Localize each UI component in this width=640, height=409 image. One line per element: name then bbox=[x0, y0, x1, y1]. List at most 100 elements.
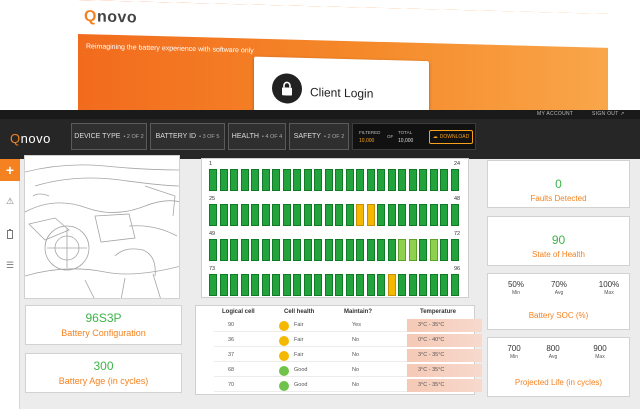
table-row[interactable]: 70 Good No 3°C - 35°C bbox=[214, 379, 482, 392]
battery-cell[interactable] bbox=[324, 239, 333, 261]
battery-cell[interactable] bbox=[356, 204, 364, 226]
battery-cell[interactable] bbox=[251, 204, 259, 226]
table-row[interactable]: 36 Fair No 0°C - 40°C bbox=[214, 334, 482, 347]
battery-cell[interactable] bbox=[419, 204, 427, 226]
battery-cell[interactable] bbox=[209, 239, 217, 261]
battery-cell[interactable] bbox=[356, 169, 364, 191]
battery-cell[interactable] bbox=[408, 169, 417, 191]
battery-icon[interactable] bbox=[4, 228, 16, 240]
battery-cell[interactable] bbox=[450, 274, 459, 296]
battery-cell[interactable] bbox=[398, 274, 406, 296]
battery-cell[interactable] bbox=[419, 169, 427, 191]
battery-cell[interactable] bbox=[303, 169, 312, 191]
sign-out-link[interactable]: SIGN OUT ↗ bbox=[592, 111, 625, 117]
my-account-link[interactable]: MY ACCOUNT bbox=[537, 111, 573, 117]
battery-cell[interactable] bbox=[240, 169, 249, 191]
battery-cell[interactable] bbox=[251, 274, 259, 296]
battery-cell[interactable] bbox=[272, 239, 280, 261]
battery-cell[interactable] bbox=[230, 274, 238, 296]
battery-cell[interactable] bbox=[440, 169, 448, 191]
battery-cell[interactable] bbox=[219, 169, 228, 191]
battery-cell[interactable] bbox=[219, 239, 228, 261]
battery-cell[interactable] bbox=[240, 204, 249, 226]
battery-cell[interactable] bbox=[387, 239, 396, 261]
battery-cell[interactable] bbox=[251, 239, 259, 261]
list-icon[interactable]: ☰ bbox=[4, 259, 16, 271]
battery-cell[interactable] bbox=[230, 169, 238, 191]
battery-cell[interactable] bbox=[450, 169, 459, 191]
battery-cell[interactable] bbox=[261, 239, 270, 261]
filter-device-type[interactable]: DEVICE TYPE • 2 OF 2 bbox=[71, 123, 147, 150]
battery-cell[interactable] bbox=[429, 169, 438, 191]
battery-cell[interactable] bbox=[303, 204, 312, 226]
battery-cell[interactable] bbox=[440, 204, 448, 226]
battery-cell[interactable] bbox=[230, 204, 238, 226]
battery-cell[interactable] bbox=[429, 274, 438, 296]
battery-cell[interactable] bbox=[398, 169, 406, 191]
battery-cell[interactable] bbox=[293, 239, 301, 261]
battery-cell[interactable] bbox=[314, 239, 322, 261]
battery-cell[interactable] bbox=[387, 274, 396, 296]
battery-cell[interactable] bbox=[261, 169, 270, 191]
battery-cell[interactable] bbox=[335, 169, 343, 191]
battery-cell[interactable] bbox=[377, 239, 385, 261]
table-row[interactable]: 68 Good No 3°C - 35°C bbox=[214, 364, 482, 377]
battery-cell[interactable] bbox=[387, 204, 396, 226]
battery-cell[interactable] bbox=[366, 169, 375, 191]
battery-cell[interactable] bbox=[230, 239, 238, 261]
battery-cell[interactable] bbox=[324, 169, 333, 191]
battery-cell[interactable] bbox=[356, 239, 364, 261]
battery-cell[interactable] bbox=[419, 239, 427, 261]
battery-cell[interactable] bbox=[450, 239, 459, 261]
battery-cell[interactable] bbox=[314, 274, 322, 296]
battery-cell[interactable] bbox=[282, 274, 291, 296]
battery-cell[interactable] bbox=[240, 239, 249, 261]
battery-cell[interactable] bbox=[282, 239, 291, 261]
table-row[interactable]: 37 Fair No 3°C - 35°C bbox=[214, 349, 482, 362]
battery-cell[interactable] bbox=[345, 274, 354, 296]
battery-cell[interactable] bbox=[272, 274, 280, 296]
battery-cell[interactable] bbox=[356, 274, 364, 296]
battery-cell[interactable] bbox=[282, 169, 291, 191]
battery-cell[interactable] bbox=[251, 169, 259, 191]
battery-cell[interactable] bbox=[324, 204, 333, 226]
battery-cell[interactable] bbox=[440, 239, 448, 261]
battery-cell[interactable] bbox=[261, 204, 270, 226]
battery-cell[interactable] bbox=[240, 274, 249, 296]
battery-cell[interactable] bbox=[209, 274, 217, 296]
battery-cell[interactable] bbox=[272, 204, 280, 226]
battery-cell[interactable] bbox=[282, 204, 291, 226]
warning-icon[interactable]: ⚠ bbox=[4, 195, 16, 207]
battery-cell[interactable] bbox=[377, 274, 385, 296]
battery-cell[interactable] bbox=[293, 169, 301, 191]
battery-cell[interactable] bbox=[335, 274, 343, 296]
battery-cell[interactable] bbox=[377, 204, 385, 226]
filter-safety[interactable]: SAFETY • 2 OF 2 bbox=[289, 123, 349, 150]
battery-cell[interactable] bbox=[209, 204, 217, 226]
battery-cell[interactable] bbox=[219, 204, 228, 226]
table-row[interactable]: 90 Fair Yes 3°C - 35°C bbox=[214, 319, 482, 332]
battery-cell[interactable] bbox=[219, 274, 228, 296]
battery-cell[interactable] bbox=[209, 169, 217, 191]
battery-cell[interactable] bbox=[366, 274, 375, 296]
battery-cell[interactable] bbox=[261, 274, 270, 296]
battery-cell[interactable] bbox=[366, 239, 375, 261]
battery-cell[interactable] bbox=[303, 239, 312, 261]
battery-cell[interactable] bbox=[293, 274, 301, 296]
battery-cell[interactable] bbox=[398, 204, 406, 226]
battery-cell[interactable] bbox=[345, 169, 354, 191]
battery-cell[interactable] bbox=[398, 239, 406, 261]
battery-cell[interactable] bbox=[345, 204, 354, 226]
battery-cell[interactable] bbox=[272, 169, 280, 191]
filter-health[interactable]: HEALTH • 4 OF 4 bbox=[228, 123, 286, 150]
download-button[interactable]: ☁ DOWNLOAD bbox=[429, 130, 473, 144]
battery-cell[interactable] bbox=[314, 204, 322, 226]
battery-cell[interactable] bbox=[419, 274, 427, 296]
battery-cell[interactable] bbox=[335, 204, 343, 226]
battery-cell[interactable] bbox=[429, 239, 438, 261]
battery-cell[interactable] bbox=[324, 274, 333, 296]
battery-cell[interactable] bbox=[293, 204, 301, 226]
battery-cell[interactable] bbox=[345, 239, 354, 261]
battery-cell[interactable] bbox=[408, 204, 417, 226]
filter-battery-id[interactable]: BATTERY ID • 3 OF 5 bbox=[150, 123, 225, 150]
